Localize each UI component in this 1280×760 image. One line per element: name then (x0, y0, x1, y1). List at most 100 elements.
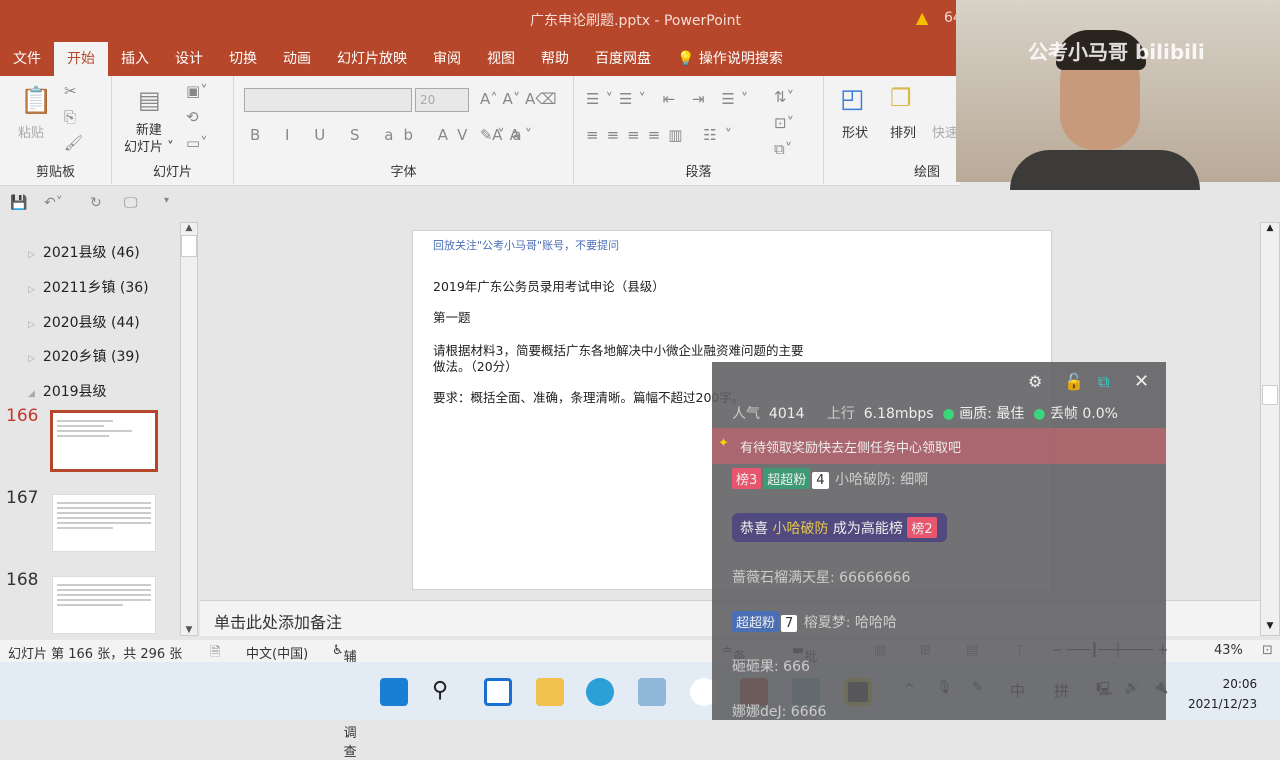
start-icon[interactable] (380, 678, 408, 706)
arrange-button[interactable]: 排列 (890, 122, 916, 141)
sparkle-icon: ✦ (718, 436, 729, 451)
section-icon[interactable]: ▭˅ (186, 134, 208, 152)
undo-icon[interactable]: ↶˅ (44, 195, 63, 211)
tab-review[interactable]: 审阅 (420, 42, 474, 76)
tab-transitions[interactable]: 切换 (216, 42, 270, 76)
slide-requirement: 要求：概括全面、准确，条理清晰。篇幅不超过200字。 (433, 390, 745, 405)
unlock-icon[interactable]: 🔓 (1064, 372, 1084, 391)
app-icon[interactable] (638, 678, 666, 706)
cut-icon[interactable]: ✂ (64, 82, 77, 100)
tab-slideshow[interactable]: 幻灯片放映 (324, 42, 420, 76)
paste-icon[interactable]: 📋 (20, 86, 52, 116)
font-label: 字体 (390, 165, 417, 180)
slide-thumbnail-167[interactable] (52, 494, 156, 552)
zoom-level[interactable]: 43% (1214, 643, 1243, 658)
accessibility-status[interactable]: ♿ 辅助功能: 调查 (332, 643, 361, 760)
task-view-icon[interactable] (484, 678, 512, 706)
highlight-icon[interactable]: ✎ ˅ A ˅ (480, 126, 532, 144)
chat-message: 娜娜deJ: 6666 (732, 704, 827, 720)
thumbnail-scrollbar[interactable]: ▲ ▼ (180, 222, 198, 636)
slides-group: ▤ 新建 幻灯片 ˅ ▣˅ ⟲ ▭˅ 幻灯片 (112, 76, 234, 184)
section-2021-town[interactable]: ▷ 20211乡镇 (36) (28, 277, 149, 297)
section-2020-town[interactable]: ▷ 2020乡镇 (39) (28, 346, 140, 366)
quick-styles-button[interactable]: 快速 (932, 122, 958, 141)
tab-file[interactable]: 文件 (0, 42, 54, 76)
file-explorer-icon[interactable] (536, 678, 564, 706)
new-slide-icon[interactable]: ▤ (138, 86, 161, 114)
clipboard-group: 📋 粘贴 ✂ ⎘ 🖌 剪贴板 (0, 76, 112, 184)
language[interactable]: 中文(中国) (246, 643, 308, 662)
edge-icon[interactable] (586, 678, 614, 706)
slide-question-label: 第一题 (433, 310, 471, 325)
tab-help[interactable]: 帮助 (528, 42, 582, 76)
tab-animations[interactable]: 动画 (270, 42, 324, 76)
tell-me-search[interactable]: 💡 操作说明搜索 (664, 42, 796, 76)
fit-slide-icon[interactable]: ⊡ (1262, 643, 1273, 658)
font-group: 20 A˄ A˅ A⌫ B I U S ab AV Aa ✎ ˅ A ˅ 字体 (234, 76, 574, 184)
reset-icon[interactable]: ⟲ (186, 108, 199, 126)
close-icon[interactable]: ✕ (1134, 371, 1149, 392)
ribbon-tabs: 文件 开始 插入 设计 切换 动画 幻灯片放映 审阅 视图 帮助 百度网盘 💡 … (0, 40, 960, 76)
watermark-logo: 公考小马哥 bilibili (1028, 40, 1205, 64)
warning-icon[interactable]: ▲ (916, 8, 928, 27)
webcam-person-body (1010, 150, 1200, 190)
format-painter-icon[interactable]: 🖌 (64, 134, 83, 152)
ribbon: 📋 粘贴 ✂ ⎘ 🖌 剪贴板 ▤ 新建 幻灯片 ˅ ▣˅ ⟲ ▭˅ 幻灯片 20 … (0, 76, 960, 186)
drawing-label: 绘图 (913, 165, 940, 180)
window-mode-icon[interactable]: ⧉ (1098, 372, 1109, 392)
section-2020-county[interactable]: ▷ 2020县级 (44) (28, 312, 140, 332)
grow-font-icon[interactable]: A˄ A˅ A⌫ (480, 90, 557, 108)
slide-question-line2: 做法。（20分） (433, 359, 518, 374)
section-2019-county[interactable]: ◢ 2019县级 (28, 381, 107, 401)
tab-baidu[interactable]: 百度网盘 (582, 42, 664, 76)
tab-design[interactable]: 设计 (162, 42, 216, 76)
font-name-select[interactable] (244, 88, 412, 112)
copy-icon[interactable]: ⎘ (64, 108, 76, 126)
slide-thumbnail-166[interactable] (50, 410, 158, 472)
font-size-select[interactable]: 20 (415, 88, 469, 112)
tab-insert[interactable]: 插入 (108, 42, 162, 76)
layout-icon[interactable]: ▣˅ (186, 82, 208, 100)
upload-value: 6.18mbps (863, 406, 934, 422)
popularity-value: 4014 (768, 406, 805, 422)
lightbulb-icon: 💡 (677, 51, 699, 67)
section-2021-county[interactable]: ▷ 2021县级 (46) (28, 242, 140, 262)
shapes-button[interactable]: 形状 (842, 122, 868, 141)
tab-home[interactable]: 开始 (54, 42, 108, 76)
slide-thumbnail-pane: ▷ 2021县级 (46) ▷ 20211乡镇 (36) ▷ 2020县级 (44) … (0, 222, 200, 636)
align-icons[interactable]: ≡≡≡≡▥ ☷˅ (586, 126, 740, 144)
quality-status-icon: ● (942, 406, 955, 422)
reward-notice[interactable]: ✦ 有待领取奖励快去左侧任务中心领取吧 (712, 428, 1166, 464)
arrange-icon[interactable]: ❐ (890, 84, 912, 112)
chat-message: 榜3 超超粉 4 小哈破防: 细啊 (732, 468, 928, 489)
drop-status-icon: ● (1033, 406, 1046, 422)
list-icons[interactable]: ☰˅☰˅ ⇤ ⇥ ☰˅ (586, 90, 754, 108)
shapes-icon[interactable]: ◰ (840, 84, 865, 114)
chat-message: 砸砸果: 666 (732, 659, 810, 675)
tab-view[interactable]: 视图 (474, 42, 528, 76)
clipboard-label: 剪贴板 (35, 165, 75, 180)
notes-placeholder: 单击此处添加备注 (214, 613, 343, 632)
slideshow-icon[interactable]: 🖵 (124, 195, 138, 211)
search-icon[interactable]: ⚲ (432, 678, 460, 706)
save-icon[interactable]: 💾 (10, 195, 27, 211)
slide-number: 166 (6, 406, 39, 426)
customize-icon[interactable]: ▾ (164, 195, 169, 206)
slide-thumbnail-168[interactable] (52, 576, 156, 634)
clock[interactable]: 20:06 2021/12/23 (1188, 674, 1257, 714)
stream-stats: 人气 4014 上行 6.18mbps ● 画质: 最佳 ● 丢帧 0.0% (732, 406, 1118, 422)
paste-label: 粘贴 (18, 126, 45, 141)
new-slide-button[interactable]: 新建 幻灯片 ˅ (124, 122, 174, 156)
slide-number: 168 (6, 570, 39, 590)
slide-scrollbar[interactable]: ▲ ▼ (1260, 222, 1280, 636)
redo-icon[interactable]: ↻ (90, 195, 102, 211)
settings-icon[interactable]: ⚙ (1028, 372, 1042, 391)
slide-number: 167 (6, 488, 39, 508)
drawing-group: ◰ 形状 ❐ 排列 快速 绘图 (824, 76, 960, 184)
slide-header-note: 回放关注"公考小马哥"账号，不要提问 (433, 239, 620, 252)
paragraph-label: 段落 (685, 165, 712, 180)
chat-message: 蔷薇石榴满天星: 66666666 (732, 570, 911, 586)
live-stream-panel: ⚙ 🔓 ⧉ ✕ 人气 4014 上行 6.18mbps ● 画质: 最佳 ● 丢… (712, 362, 1166, 720)
text-direction-icons[interactable]: ⇅˅ ⊡˅ ⧉˅ (774, 84, 794, 162)
slides-label: 幻灯片 (152, 165, 192, 180)
